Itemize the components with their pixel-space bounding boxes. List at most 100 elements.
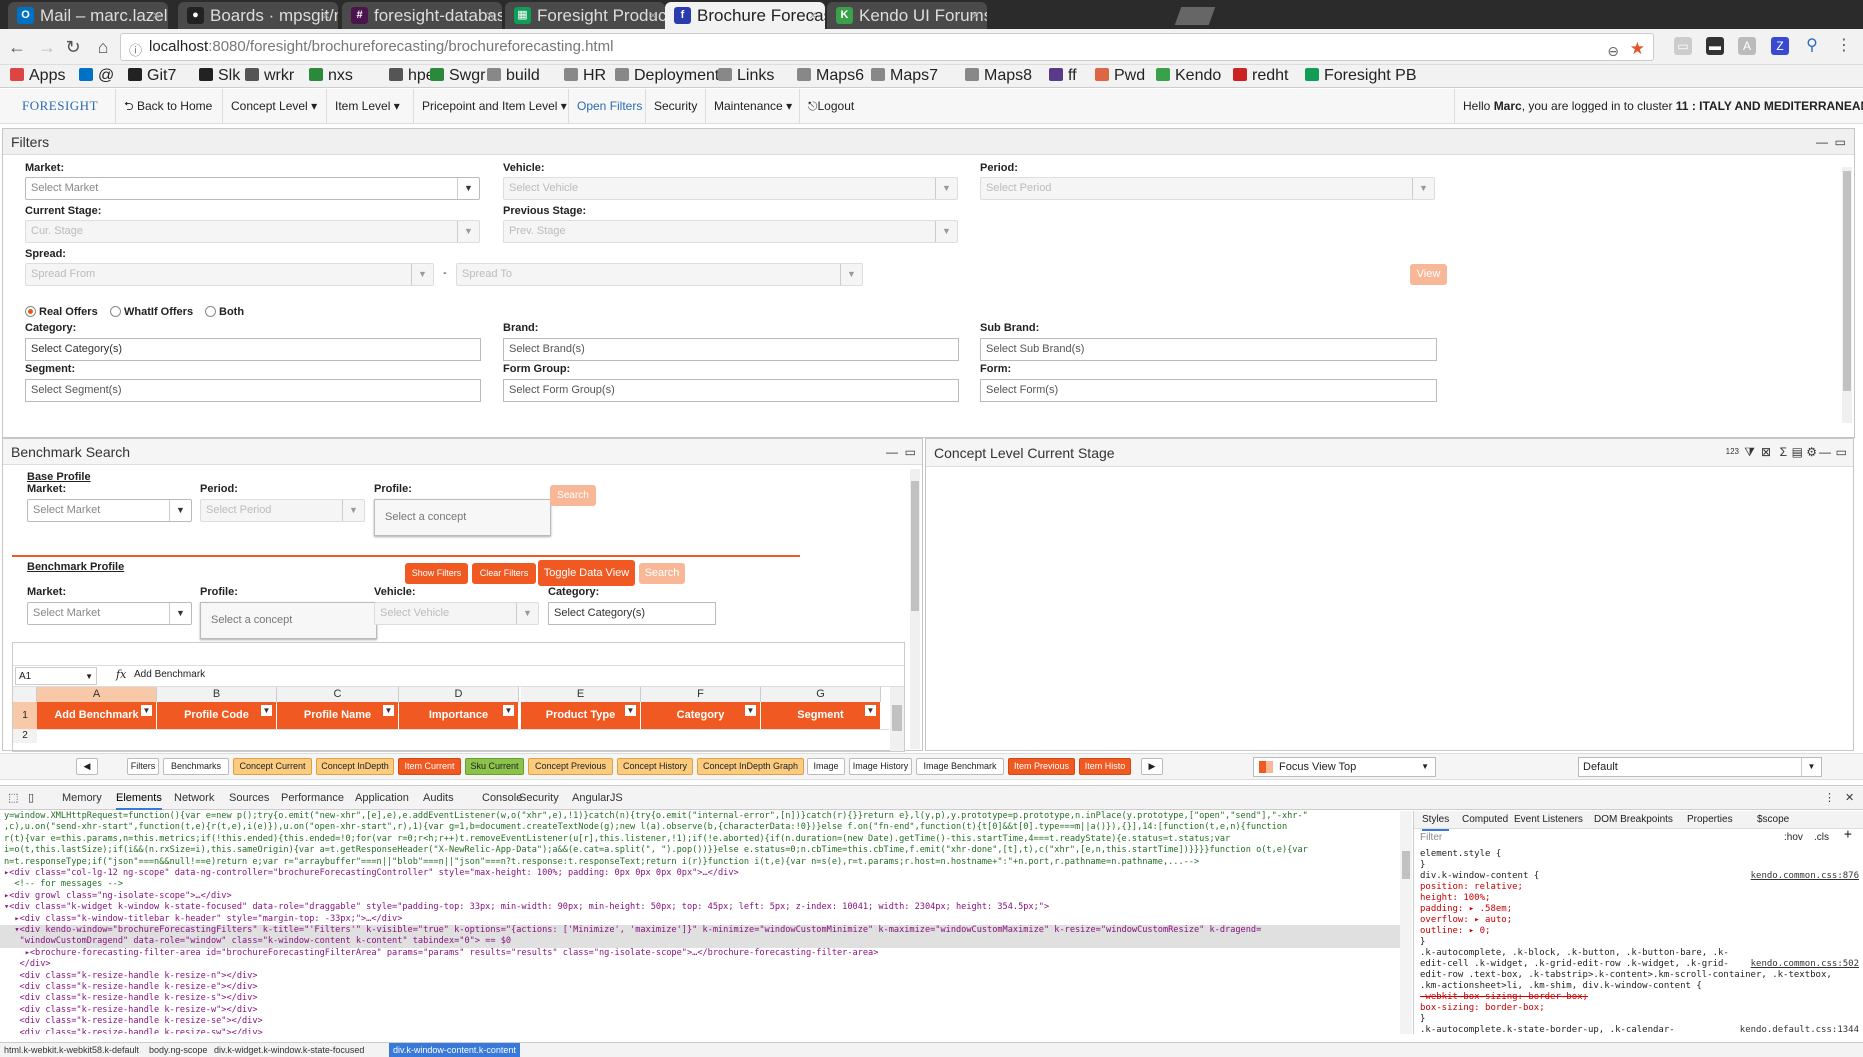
number-format-icon[interactable]: 123 <box>1726 439 1739 465</box>
close-icon[interactable]: × <box>486 2 494 29</box>
inspect-icon[interactable]: ⬚ <box>8 786 18 810</box>
bookmark-item[interactable]: redht <box>1233 65 1288 87</box>
view-tab-sku-current[interactable]: Sku Current <box>465 758 524 775</box>
base-search-button[interactable]: Search <box>550 485 596 506</box>
column-header-letter[interactable]: C <box>277 687 399 702</box>
dom-node-line[interactable]: <!-- for messages --> <box>0 879 1400 890</box>
dom-node-line[interactable]: ▸<div class="col-lg-12 ng-scope" data-ng… <box>0 868 1400 879</box>
current-stage-select[interactable]: Cur. Stage ▼ <box>25 220 480 243</box>
elements-tree[interactable]: y=window.XMLHttpRequest=function(){var e… <box>0 811 1400 1034</box>
devtools-tab-audits[interactable]: Audits <box>423 786 454 810</box>
devtools-tab-performance[interactable]: Performance <box>281 786 344 810</box>
dom-node-line[interactable]: ▾<div kendo-window="brochureForecastingF… <box>0 925 1400 937</box>
dom-node-line[interactable]: y=window.XMLHttpRequest=function(){var e… <box>0 811 1400 822</box>
bookmark-item[interactable]: ff <box>1049 65 1077 87</box>
css-rule-line[interactable]: padding: ▸ .58em; <box>1420 904 1512 915</box>
excel-icon[interactable]: ⊠ <box>1761 439 1771 465</box>
css-rule-line[interactable]: height: 100%; <box>1420 893 1490 904</box>
devtools-menu-icon[interactable]: ⋮ <box>1824 786 1835 810</box>
view-tab-image-history[interactable]: Image History <box>849 758 912 775</box>
cell-reference[interactable]: A1 ▼ <box>15 667 97 685</box>
bookmark-item[interactable]: Pwd <box>1095 65 1145 87</box>
css-rule-line[interactable]: -webkit-box-sizing: border-box; <box>1420 992 1588 1003</box>
bench-vehicle-select[interactable]: Select Vehicle ▼ <box>374 602 539 625</box>
view-tab-item-previous[interactable]: Item Previous <box>1008 758 1075 775</box>
bookmark-item[interactable]: Git7 <box>128 65 176 87</box>
maximize-icon[interactable]: ▭ <box>1836 439 1847 465</box>
market-select[interactable]: Select Market ▼ <box>25 177 480 200</box>
sum-icon[interactable]: Σ <box>1780 439 1787 465</box>
column-header-letter[interactable]: B <box>157 687 277 702</box>
close-icon[interactable]: × <box>971 2 979 29</box>
close-icon[interactable]: × <box>649 2 657 29</box>
back-to-home-link[interactable]: ⮌ Back to Home <box>115 89 212 123</box>
view-tab-item-current[interactable]: Item Current <box>398 758 461 775</box>
styles-tab-event-listeners[interactable]: Event Listeners <box>1514 811 1583 829</box>
bench-market-select[interactable]: Select Market ▼ <box>27 602 192 625</box>
bookmark-item[interactable]: Slk <box>199 65 240 87</box>
grid-scrollbar[interactable] <box>890 687 904 751</box>
css-rule-line[interactable]: .km-actionsheet>li, .km-shim, div.k-wind… <box>1420 981 1702 992</box>
dom-node-line[interactable]: "windowCustomDragend" data-role="window"… <box>0 936 1400 948</box>
browser-tab[interactable]: O Mail – marc.lazell@× <box>8 2 168 29</box>
zoom-icon[interactable]: ⊖ <box>1607 38 1619 64</box>
css-rule-line[interactable]: edit-row .text-box, .k-tabstrip>.k-conte… <box>1420 970 1832 981</box>
brand-multiselect[interactable]: Select Brand(s) <box>503 338 959 361</box>
dom-node-line[interactable]: <div class="k-resize-handle k-resize-s">… <box>0 993 1400 1004</box>
css-rule-line[interactable]: box-sizing: border-box; <box>1420 1003 1545 1014</box>
filter-dropdown-icon[interactable]: ▼ <box>503 705 514 716</box>
devtools-tab-memory[interactable]: Memory <box>62 786 102 810</box>
css-rule-line[interactable]: edit-cell .k-widget, .k-grid-edit-row .k… <box>1420 959 1729 970</box>
row-header-1[interactable]: 1 <box>13 702 37 729</box>
close-icon[interactable]: ✕ <box>1845 786 1854 810</box>
radio-both[interactable]: Both <box>205 305 244 319</box>
column-header-letter[interactable]: G <box>761 687 881 702</box>
style-source-link[interactable]: kendo.default.css:1344 <box>1740 1025 1859 1034</box>
dom-node-line[interactable]: <div class="k-resize-handle k-resize-e">… <box>0 982 1400 993</box>
back-icon[interactable]: ← <box>6 36 28 58</box>
column-header-letter[interactable]: F <box>641 687 761 702</box>
view-tab-concept-indepth[interactable]: Concept InDepth <box>316 758 394 775</box>
form-multiselect[interactable]: Select Form(s) <box>980 379 1437 402</box>
logout-link[interactable]: ⎋Logout <box>799 89 854 123</box>
view-tab-benchmarks[interactable]: Benchmarks <box>163 758 229 775</box>
styles-tab-styles[interactable]: Styles <box>1422 811 1450 831</box>
view-tab-item-histo[interactable]: Item Histo <box>1079 758 1131 775</box>
formula-input[interactable]: Add Benchmark <box>134 669 205 680</box>
filter-dropdown-icon[interactable]: ▼ <box>141 705 152 716</box>
bookmark-item[interactable]: Foresight PB <box>1305 65 1416 87</box>
open-filters-link[interactable]: Open Filters <box>568 89 642 123</box>
benchmark-search-button[interactable]: Search <box>639 563 685 584</box>
toggle-data-view-button[interactable]: Toggle Data View <box>538 560 635 586</box>
devtools-tab-network[interactable]: Network <box>174 786 214 810</box>
devtools-tab-console[interactable]: Console <box>482 786 522 810</box>
style-source-link[interactable]: kendo.common.css:876 <box>1751 871 1859 882</box>
filter-dropdown-icon[interactable]: ▼ <box>865 705 876 716</box>
minimize-icon[interactable]: — <box>1816 129 1828 155</box>
security-link[interactable]: Security <box>645 89 697 123</box>
dom-node-line[interactable]: <div class="k-resize-handle k-resize-w">… <box>0 1005 1400 1016</box>
sub-brand-multiselect[interactable]: Select Sub Brand(s) <box>980 338 1437 361</box>
column-header-letter[interactable]: D <box>399 687 519 702</box>
css-rule-line[interactable]: position: relative; <box>1420 882 1523 893</box>
dom-node-line[interactable]: <div class="k-resize-handle k-resize-n">… <box>0 971 1400 982</box>
dom-node-line[interactable]: n=t.responseType;if("json"===n&&null!==e… <box>0 857 1400 868</box>
view-tab-image-benchmark[interactable]: Image Benchmark <box>916 758 1004 775</box>
css-rule-line[interactable]: overflow: ▸ auto; <box>1420 915 1512 926</box>
bookmark-item[interactable]: Links <box>718 65 774 87</box>
dom-node-line[interactable]: </div> <box>0 959 1400 970</box>
styles-tab--scope[interactable]: $scope <box>1757 811 1789 829</box>
close-icon[interactable]: × <box>152 2 160 29</box>
table-column-header[interactable]: Profile Name ▼ <box>277 702 399 729</box>
styles-tab-computed[interactable]: Computed <box>1462 811 1508 829</box>
elements-scrollbar[interactable] <box>1400 811 1412 1034</box>
home-icon[interactable]: ⌂ <box>92 36 114 58</box>
browser-tab[interactable]: ● Boards · mpsgit/m × <box>178 2 338 29</box>
css-rule-line[interactable]: } <box>1420 937 1425 948</box>
filter-icon[interactable]: ⧩ <box>1744 439 1755 465</box>
bookmark-item[interactable]: Kendo <box>1156 65 1221 87</box>
column-header-letter[interactable]: A <box>37 687 157 702</box>
base-profile-select[interactable]: Select a concept <box>374 499 551 536</box>
browser-tab[interactable]: f Brochure Forecast × <box>665 2 825 29</box>
bookmark-item[interactable]: @ <box>79 65 114 87</box>
